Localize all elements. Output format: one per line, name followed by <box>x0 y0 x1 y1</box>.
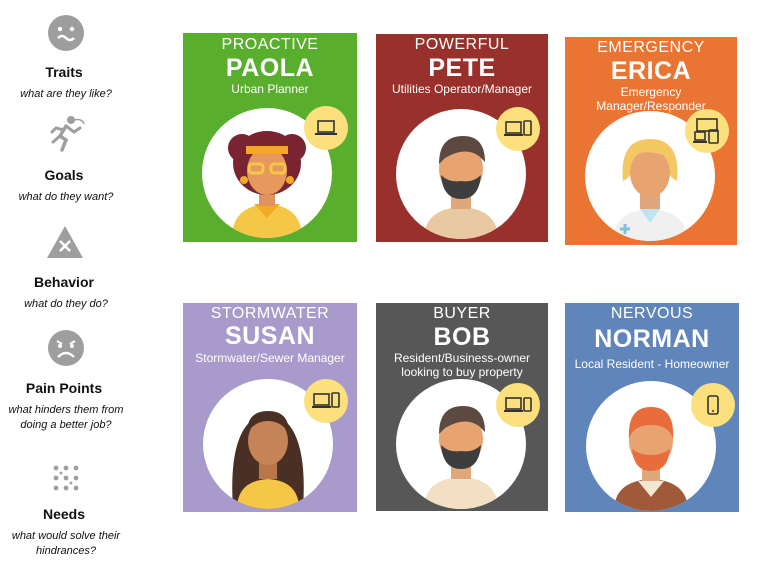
persona-card-norman[interactable]: NERVOUS NORMAN Local Resident - Homeowne… <box>565 303 739 512</box>
legend-title-needs: Needs <box>42 506 86 522</box>
persona-card-paola[interactable]: PROACTIVE PAOLA Urban Planner <box>183 33 357 242</box>
persona-card-bob[interactable]: BUYER BOB Resident/Business-owner lookin… <box>376 303 548 511</box>
legend-title-traits: Traits <box>45 64 83 80</box>
legend-subtitle-behavior: what do they do? <box>24 298 108 310</box>
persona-adjective: STORMWATER <box>210 305 330 322</box>
laptop-tablet-icon <box>496 383 540 427</box>
persona-role: Stormwater/Sewer Manager <box>195 351 345 365</box>
laptop-phone-icon <box>304 379 348 423</box>
phone-icon <box>691 383 735 427</box>
persona-adjective: BUYER <box>433 305 491 322</box>
persona-role: Urban Planner <box>231 82 309 96</box>
persona-name: SUSAN <box>224 322 315 350</box>
legend-subtitle-goals: what do they want? <box>18 191 114 203</box>
persona-name: BOB <box>433 323 491 351</box>
persona-name: ERICA <box>610 57 692 85</box>
neutral-face-icon <box>48 15 84 51</box>
persona-role: Resident/Business-owner looking to buy p… <box>393 351 531 379</box>
legend-subtitle-needs: what would solve their hindrances? <box>11 530 121 557</box>
persona-role: Local Resident - Homeowner <box>574 357 730 371</box>
persona-adjective: POWERFUL <box>414 36 510 53</box>
legend-subtitle-traits: what are they like? <box>20 88 112 100</box>
running-figure-icon <box>50 116 85 152</box>
dots-grid-icon <box>53 465 79 491</box>
persona-card-susan[interactable]: STORMWATER SUSAN Stormwater/Sewer Manage… <box>183 303 357 512</box>
persona-name: PAOLA <box>225 54 315 82</box>
laptop-phone-icon <box>496 107 540 151</box>
persona-card-erica[interactable]: EMERGENCY ERICA Emergency Manager/Respon… <box>565 37 737 245</box>
laptop-icon <box>304 106 348 150</box>
legend-title-pain-points: Pain Points <box>25 380 103 396</box>
sad-face-icon <box>48 330 84 366</box>
persona-name: NORMAN <box>594 325 710 353</box>
persona-card-pete[interactable]: POWERFUL PETE Utilities Operator/Manager <box>376 34 548 242</box>
persona-adjective: NERVOUS <box>610 305 694 322</box>
warning-triangle-icon <box>47 226 83 258</box>
multi-device-icon <box>685 109 729 153</box>
persona-adjective: EMERGENCY <box>597 39 705 56</box>
persona-adjective: PROACTIVE <box>221 36 319 53</box>
persona-name: PETE <box>428 54 496 82</box>
legend-subtitle-pain-points: what hinders them from doing a better jo… <box>8 404 124 431</box>
persona-role: Utilities Operator/Manager <box>391 82 533 96</box>
legend-title-goals: Goals <box>44 167 84 183</box>
legend-title-behavior: Behavior <box>34 274 94 290</box>
